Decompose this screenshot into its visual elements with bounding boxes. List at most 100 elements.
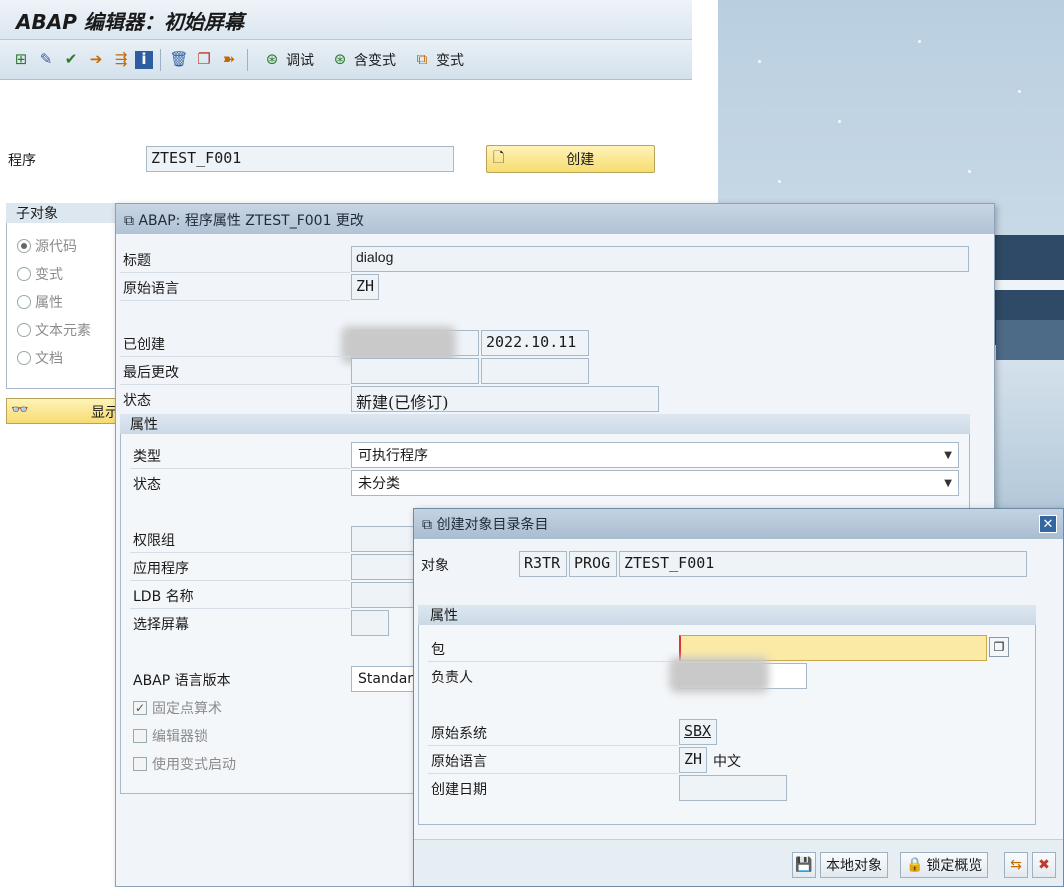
background-roof-snow: [994, 280, 1064, 290]
orig-lang-label: 原始语言: [123, 281, 179, 297]
type-label: 类型: [133, 449, 161, 465]
with-variant-label: 含变式: [354, 52, 396, 69]
transport-icon[interactable]: ⇆: [1004, 852, 1028, 878]
orig-system-value: SBX: [679, 719, 717, 745]
radio-label: 文档: [35, 351, 63, 367]
toolbar-separator: [247, 48, 248, 71]
info-icon[interactable]: i: [135, 50, 153, 69]
local-object-label: 本地对象: [826, 858, 882, 874]
subobjects-title: 子对象: [6, 203, 126, 223]
radio-icon: [17, 351, 31, 365]
delete-icon[interactable]: 🗑: [168, 49, 190, 71]
ldb-name-input[interactable]: [351, 582, 421, 608]
auth-group-label: 权限组: [133, 533, 175, 549]
selection-screen-input[interactable]: [351, 610, 389, 636]
object-name: ZTEST_F001: [619, 551, 1027, 577]
dropdown-arrow-icon: ▼: [944, 449, 952, 461]
status-label: 状态: [123, 393, 151, 409]
abap-version-label: ABAP 语言版本: [133, 673, 231, 689]
execute-variant-icon: ⊛: [333, 50, 347, 68]
fixed-point-checkbox[interactable]: ✓ 固定点算术: [133, 698, 222, 718]
radio-selected-icon: [17, 239, 31, 253]
cancel-icon[interactable]: ✖: [1032, 852, 1056, 878]
changed-date-field: [481, 358, 589, 384]
value-help-icon[interactable]: ❐: [989, 637, 1009, 657]
dialog-title: ABAP: 程序属性 ZTEST_F001 更改: [138, 213, 364, 229]
application-input[interactable]: [351, 554, 421, 580]
create-label: 创建: [566, 152, 595, 168]
created-date-field: 2022.10.11: [481, 330, 589, 356]
magic-wand-icon[interactable]: ✎: [35, 49, 57, 71]
save-icon[interactable]: 💾: [792, 852, 816, 878]
type-dropdown[interactable]: 可执行程序 ▼: [351, 442, 959, 468]
auth-group-input[interactable]: [351, 526, 421, 552]
create-object-directory-dialog: ⧉ 创建对象目录条目 ✕ 对象 R3TR PROG ZTEST_F001 属性 …: [413, 508, 1064, 887]
dropdown-arrow-icon: ▼: [944, 477, 952, 489]
display-button[interactable]: 👓 显示: [6, 398, 126, 424]
check-icon[interactable]: ✔: [60, 49, 82, 71]
variant-start-label: 使用变式启动: [152, 757, 236, 773]
create-button[interactable]: 🗋 创建: [486, 145, 655, 173]
selection-screen-label: 选择屏幕: [133, 617, 189, 633]
background-building-lower: [996, 320, 1064, 360]
radio-icon: [17, 323, 31, 337]
responsible-label: 负责人: [431, 670, 473, 686]
package-label: 包: [431, 642, 445, 658]
debug-button[interactable]: ⊛ 调试: [255, 49, 320, 71]
radio-documentation[interactable]: 文档: [17, 344, 91, 372]
hierarchy-icon[interactable]: ⊞: [10, 49, 32, 71]
ldb-name-label: LDB 名称: [133, 589, 194, 605]
close-icon[interactable]: ✕: [1039, 515, 1057, 533]
where-used-icon[interactable]: ⇶: [110, 49, 132, 71]
redacted-username: [669, 657, 769, 693]
radio-attributes[interactable]: 属性: [17, 288, 91, 316]
radio-label: 源代码: [35, 239, 77, 255]
title-label: 标题: [123, 253, 151, 269]
dialog-title-bar: ⧉ ABAP: 程序属性 ZTEST_F001 更改: [116, 204, 994, 234]
object-pgmid: R3TR: [519, 551, 567, 577]
object-type: PROG: [569, 551, 617, 577]
window-title: ABAP 编辑器：初始屏幕: [0, 0, 692, 40]
rename-icon[interactable]: ➽: [218, 49, 240, 71]
variants-button[interactable]: ⧉ 变式: [405, 49, 470, 71]
dialog-title: 创建对象目录条目: [436, 517, 549, 533]
local-object-button[interactable]: 本地对象: [820, 852, 888, 878]
application-label: 应用程序: [133, 561, 189, 577]
created-label: 已创建: [123, 337, 165, 353]
radio-label: 属性: [35, 295, 63, 311]
created-date-label: 创建日期: [431, 782, 487, 798]
title-input[interactable]: dialog: [351, 246, 969, 272]
radio-label: 变式: [35, 267, 63, 283]
lock-overview-label: 锁定概览: [926, 858, 983, 874]
attr-status-label: 状态: [133, 477, 161, 493]
lock-icon: 🔒: [906, 857, 924, 873]
orig-lang-text: 中文: [713, 754, 741, 770]
checkbox-checked-icon: ✓: [133, 701, 147, 715]
fixed-point-label: 固定点算术: [152, 701, 222, 717]
changed-by-field: [351, 358, 479, 384]
dialog-title-bar: ⧉ 创建对象目录条目: [414, 509, 1063, 539]
lock-overview-button[interactable]: 🔒 锁定概览: [900, 852, 989, 878]
radio-source-code[interactable]: 源代码: [17, 232, 91, 260]
editor-lock-checkbox[interactable]: 编辑器锁: [133, 726, 208, 746]
variant-icon: ⧉: [416, 50, 428, 68]
radio-icon: [17, 267, 31, 281]
copy-icon[interactable]: ❐: [193, 49, 215, 71]
abap-version-dropdown[interactable]: Standard: [351, 666, 422, 692]
checkbox-icon: [133, 729, 147, 743]
glasses-icon: 👓: [11, 402, 29, 418]
variant-label: 变式: [436, 52, 464, 69]
variant-start-checkbox[interactable]: 使用变式启动: [133, 754, 236, 774]
debug-icon: ⊛: [265, 50, 279, 68]
radio-text-elements[interactable]: 文本元素: [17, 316, 91, 344]
attributes-title: 属性: [120, 414, 970, 434]
edit-icon: ⧉: [124, 213, 134, 229]
program-input[interactable]: ZTEST_F001: [146, 146, 454, 172]
radio-variants[interactable]: 变式: [17, 260, 91, 288]
activate-icon[interactable]: ➔: [85, 49, 107, 71]
status-dropdown[interactable]: 未分类 ▼: [351, 470, 959, 496]
orig-system-label: 原始系统: [431, 726, 487, 742]
type-value: 可执行程序: [358, 448, 428, 464]
execute-with-variant-button[interactable]: ⊛ 含变式: [323, 49, 402, 71]
program-label: 程序: [8, 153, 36, 169]
